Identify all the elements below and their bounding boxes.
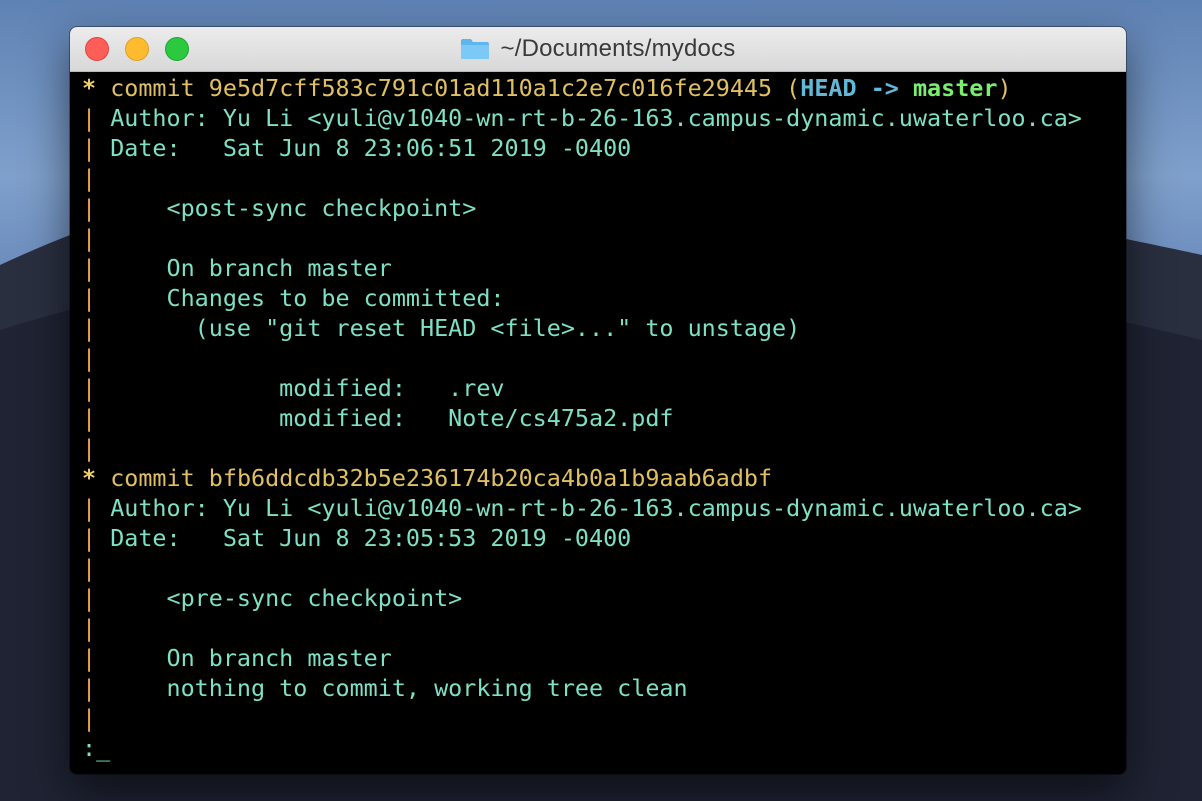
- commit-message-text: nothing to commit, working tree clean: [110, 674, 688, 702]
- commit-message-text: modified: Note/cs475a2.pdf: [110, 404, 674, 432]
- commit-message-text: Changes to be committed:: [110, 284, 505, 312]
- window-title: ~/Documents/mydocs: [500, 35, 736, 62]
- commit-message-line: | nothing to commit, working tree clean: [82, 673, 688, 703]
- graph-bar: |: [82, 164, 97, 192]
- commit-date-line: | Date: Sat Jun 8 23:06:51 2019 -0400: [82, 133, 631, 163]
- title-bar[interactable]: ~/Documents/mydocs: [70, 27, 1126, 72]
- branch-ref: master: [912, 74, 998, 102]
- commit-author-line: | Author: Yu Li <yuli@v1040-wn-rt-b-26-1…: [82, 103, 1082, 133]
- commit-message-line: |: [82, 553, 96, 583]
- graph-bar: |: [82, 554, 97, 582]
- graph-bar: |: [82, 224, 97, 252]
- commit-message-line: | modified: Note/cs475a2.pdf: [82, 403, 673, 433]
- graph-bar: |: [82, 674, 97, 702]
- graph-bar: |: [82, 254, 97, 282]
- graph-bar: |: [82, 404, 97, 432]
- commit-message-text: <pre-sync checkpoint>: [110, 584, 463, 612]
- commit-message-line: | On branch master: [82, 253, 392, 283]
- terminal-output[interactable]: * commit 9e5d7cff583c791c01ad110a1c2e7c0…: [70, 72, 1126, 774]
- commit-date: Date: Sat Jun 8 23:06:51 2019 -0400: [110, 134, 632, 162]
- graph-bar: |: [82, 704, 97, 732]
- commit-keyword: commit: [110, 74, 195, 102]
- commit-message-text: On branch master: [110, 254, 392, 282]
- decoration-close: ): [997, 74, 1012, 102]
- decoration-open: (: [786, 74, 801, 102]
- graph-bar: |: [82, 644, 97, 672]
- commit-message-text: <post-sync checkpoint>: [110, 194, 477, 222]
- text-cursor: _: [96, 734, 111, 762]
- graph-bar: |: [82, 344, 97, 372]
- commit-author: Author: Yu Li <yuli@v1040-wn-rt-b-26-163…: [110, 104, 1082, 132]
- commit-author-line: | Author: Yu Li <yuli@v1040-wn-rt-b-26-1…: [82, 493, 1082, 523]
- graph-bar: |: [82, 434, 97, 462]
- graph-bar: |: [82, 494, 97, 522]
- pager-prompt-line: :_: [82, 733, 110, 763]
- commit-message-line: |: [82, 343, 96, 373]
- window-title-group: ~/Documents/mydocs: [70, 27, 1126, 71]
- graph-bar: |: [82, 584, 97, 612]
- commit-message-text: (use "git reset HEAD <file>..." to unsta…: [110, 314, 801, 342]
- commit-message-line: | Changes to be committed:: [82, 283, 505, 313]
- graph-star: *: [82, 464, 97, 492]
- commit-author: Author: Yu Li <yuli@v1040-wn-rt-b-26-163…: [110, 494, 1082, 522]
- commit-message-line: |: [82, 433, 96, 463]
- ref-arrow: ->: [870, 74, 899, 102]
- pager-prompt: :: [82, 734, 97, 762]
- commit-message-line: |: [82, 613, 96, 643]
- graph-bar: |: [82, 614, 97, 642]
- graph-bar: |: [82, 284, 97, 312]
- graph-bar: |: [82, 374, 97, 402]
- commit-message-line: | On branch master: [82, 643, 392, 673]
- commit-header-line: * commit 9e5d7cff583c791c01ad110a1c2e7c0…: [82, 73, 1012, 103]
- commit-keyword: commit: [110, 464, 195, 492]
- commit-message-line: |: [82, 703, 96, 733]
- commit-message-text: modified: .rev: [110, 374, 505, 402]
- commit-date-line: | Date: Sat Jun 8 23:05:53 2019 -0400: [82, 523, 631, 553]
- graph-star: *: [82, 74, 97, 102]
- graph-bar: |: [82, 314, 97, 342]
- commit-message-line: |: [82, 163, 96, 193]
- commit-hash: bfb6ddcdb32b5e236174b20ca4b0a1b9aab6adbf: [208, 464, 773, 492]
- commit-message-line: | <post-sync checkpoint>: [82, 193, 476, 223]
- graph-bar: |: [82, 104, 97, 132]
- commit-message-text: On branch master: [110, 644, 392, 672]
- commit-date: Date: Sat Jun 8 23:05:53 2019 -0400: [110, 524, 632, 552]
- folder-icon: [461, 39, 490, 59]
- commit-message-line: |: [82, 223, 96, 253]
- head-ref: HEAD: [800, 74, 857, 102]
- commit-hash: 9e5d7cff583c791c01ad110a1c2e7c016fe29445: [208, 74, 773, 102]
- graph-bar: |: [82, 134, 97, 162]
- commit-header-line: * commit bfb6ddcdb32b5e236174b20ca4b0a1b…: [82, 463, 772, 493]
- commit-message-line: | modified: .rev: [82, 373, 505, 403]
- commit-message-line: | <pre-sync checkpoint>: [82, 583, 462, 613]
- graph-bar: |: [82, 194, 97, 222]
- terminal-window[interactable]: ~/Documents/mydocs * commit 9e5d7cff583c…: [70, 27, 1126, 774]
- commit-message-line: | (use "git reset HEAD <file>..." to uns…: [82, 313, 800, 343]
- graph-bar: |: [82, 524, 97, 552]
